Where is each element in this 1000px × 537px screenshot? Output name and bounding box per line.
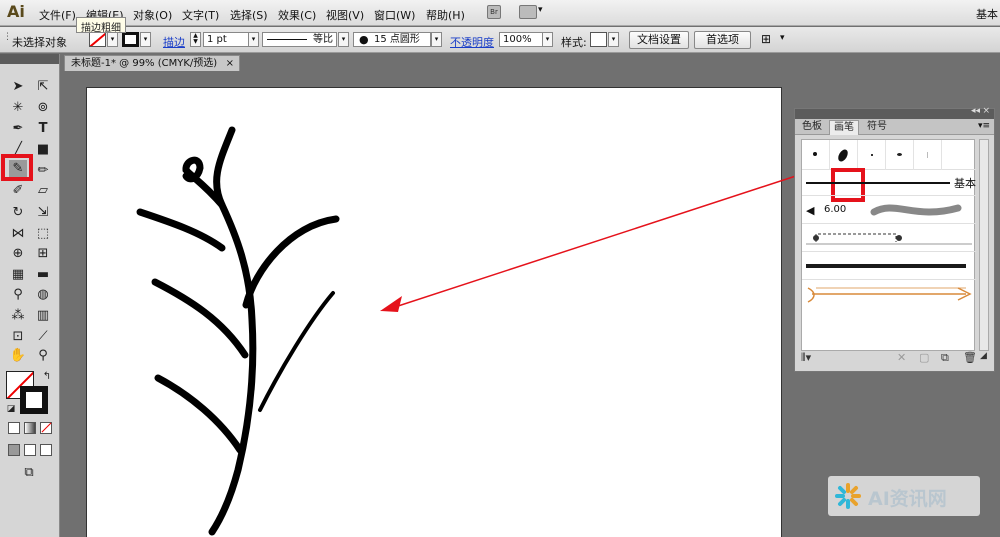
bristle-brush-icon: ◀ <box>806 204 815 217</box>
arrow-art-stroke-preview <box>807 287 972 303</box>
basic-stroke-preview <box>806 182 950 184</box>
brush-dot-small[interactable] <box>802 140 830 170</box>
branch-right-leaf-1 <box>242 215 340 309</box>
collapse-panel-icon[interactable]: ◂◂ <box>971 106 980 116</box>
brush-libraries-menu-icon[interactable]: ⫴▾ <box>801 351 811 365</box>
tab-swatches[interactable]: 色板 <box>798 120 826 135</box>
brush-row-charcoal[interactable] <box>802 252 976 280</box>
brush-oval-calligraphic[interactable] <box>830 140 858 170</box>
tab-symbols[interactable]: 符号 <box>863 120 891 135</box>
panel-header[interactable]: ◂◂ × <box>795 106 994 119</box>
brush-dot-faint[interactable] <box>914 140 942 170</box>
delete-brush-icon[interactable]: 🗑 <box>963 351 977 364</box>
branch-left-leaf-3 <box>154 374 244 454</box>
bristle-size-value: 6.00 <box>824 204 847 215</box>
annotation-arrow-line <box>391 171 809 309</box>
brushes-panel: ◂◂ × 色板 画笔 符号 ▾≡ 基本 ◀ 6.00 ⫴▾ ✕ ▢ ⧉ 🗑 ◢ <box>794 106 995 372</box>
charcoal-stroke-preview <box>806 264 966 268</box>
brush-row-pattern[interactable] <box>802 224 976 252</box>
brush-options-icon[interactable]: ⧉ <box>941 351 949 365</box>
pattern-stroke-preview <box>806 233 972 245</box>
watermark: AI资讯网 <box>828 476 980 516</box>
brush-row-art-bristle[interactable]: ◀ 6.00 <box>802 196 976 224</box>
brush-dot-flat[interactable] <box>886 140 914 170</box>
panel-menu-icon[interactable]: ▾≡ <box>978 121 990 131</box>
bristle-stroke-preview <box>870 204 962 216</box>
brush-row-arrow-art[interactable] <box>802 280 976 308</box>
panel-footer: ⫴▾ ✕ ▢ ⧉ 🗑 ◢ <box>795 349 994 367</box>
branch-left-leaf-1 <box>136 208 226 252</box>
basic-brush-label: 基本 <box>954 177 976 190</box>
tab-brushes[interactable]: 画笔 <box>829 120 859 135</box>
brush-dot-tiny[interactable] <box>858 140 886 170</box>
panel-resize-icon[interactable]: ◢ <box>980 351 987 361</box>
branch-left-leaf-2 <box>151 278 249 359</box>
close-panel-icon[interactable]: × <box>982 106 990 116</box>
brush-row-calligraphic <box>802 140 976 170</box>
panel-tabs: 色板 画笔 符号 ▾≡ <box>795 119 994 135</box>
watermark-text: AI资讯网 <box>868 488 947 510</box>
stroke-weight-tooltip: 描边粗细 <box>76 17 126 34</box>
branch-stem <box>208 126 257 536</box>
branch-right-leaf-2 <box>258 291 335 412</box>
brush-row-basic[interactable]: 基本 <box>802 170 976 196</box>
watermark-logo <box>835 483 861 509</box>
options-selected-object-icon[interactable]: ▢ <box>919 351 929 364</box>
remove-brush-stroke-icon[interactable]: ✕ <box>897 351 906 364</box>
brush-library: 基本 ◀ 6.00 <box>801 139 976 351</box>
brush-library-scrollbar[interactable] <box>979 139 989 351</box>
annotation-arrow-head <box>380 296 402 312</box>
